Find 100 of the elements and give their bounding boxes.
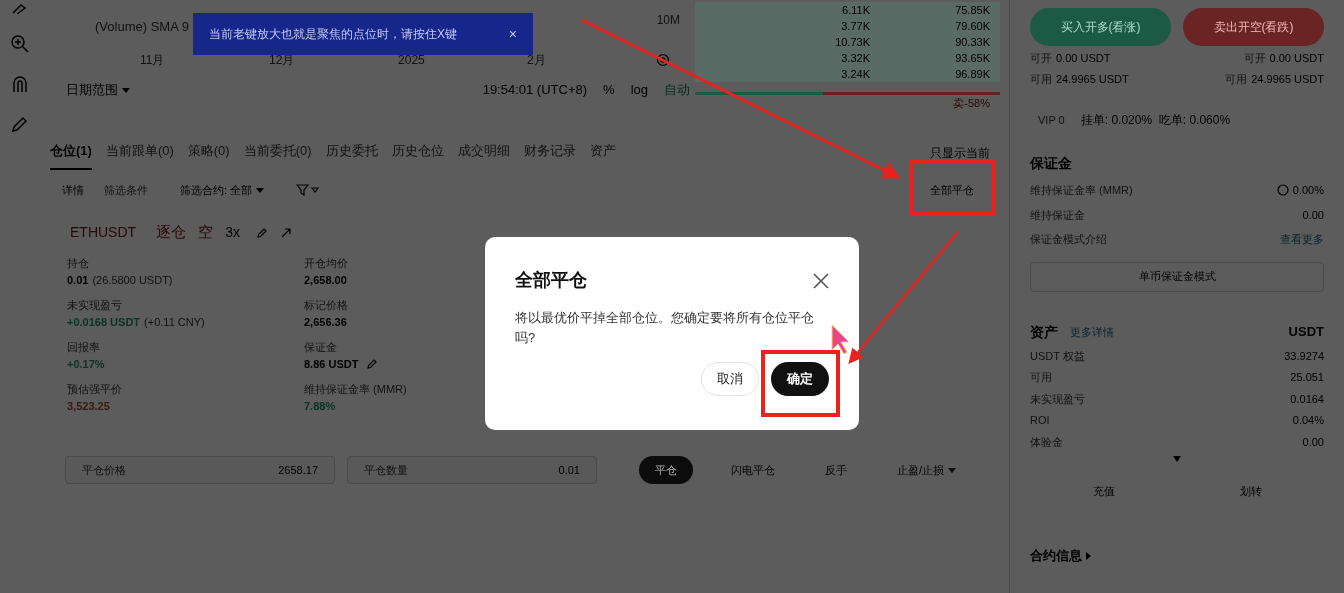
field-value: 2,656.36 [304, 314, 347, 330]
asset-value: 0.0164 [1290, 391, 1324, 407]
asset-action-button[interactable]: 划转 [1177, 476, 1324, 506]
more-link[interactable]: 查看更多 [1280, 231, 1324, 248]
field-label: 未实现盈亏 [67, 298, 123, 313]
trade-label: 可开 [1243, 51, 1266, 66]
close-icon[interactable] [813, 272, 829, 289]
magnet-icon[interactable] [10, 74, 30, 94]
field-label: 开仓均价 [304, 256, 349, 271]
asset-value: 0.00 [1302, 434, 1324, 450]
asset-action-button[interactable]: 充值 [1030, 476, 1177, 506]
ruler-icon[interactable] [11, 4, 29, 14]
contract-filter[interactable]: 筛选合约: 全部 [180, 181, 265, 199]
chart-option[interactable]: 自动 [664, 80, 690, 100]
asset-value: 33.9274 [1284, 348, 1324, 364]
order-size: 10.73K [834, 34, 870, 50]
close-action-button[interactable]: 止盈/止损 [885, 456, 969, 484]
order-total: 93.65K [954, 50, 990, 66]
field-label: 回报率 [67, 340, 101, 355]
margin-value: 0.00 [1302, 207, 1324, 223]
close-action-button[interactable]: 平仓 [639, 456, 693, 484]
buy-long-button[interactable]: 买入开多(看涨) [1030, 8, 1171, 46]
close-action-button[interactable]: 闪电平仓 [719, 456, 787, 484]
date-range-menu[interactable]: 日期范围 [60, 80, 130, 100]
close-price-field[interactable]: 平仓价格 2658.17 [65, 456, 335, 484]
tab[interactable]: 当前跟单(0) [105, 140, 174, 170]
caret-icon [122, 87, 130, 93]
pencil-icon[interactable] [255, 226, 268, 239]
dialog-title: 全部平仓 [515, 269, 587, 292]
toast-message: 当前老键放大也就是聚焦的点位时，请按住X键 [209, 26, 457, 43]
settings-icon[interactable] [656, 53, 670, 67]
tab[interactable]: 仓位(1) [50, 140, 92, 170]
asset-label: ROI [1030, 413, 1050, 428]
field-label: 预估强平价 [67, 382, 123, 397]
field-extra: (+0.11 CNY) [144, 314, 205, 330]
order-total: 96.89K [954, 66, 990, 82]
tab[interactable]: 财务记录 [523, 140, 576, 170]
axis-label: 2025 [398, 52, 426, 69]
details-button[interactable]: 详情 [62, 181, 84, 199]
asset-label: 可用 [1030, 370, 1052, 385]
order-total: 75.85K [954, 2, 990, 18]
filter-icon[interactable] [296, 184, 321, 196]
trade-value: 0.00 USDT [1269, 51, 1324, 66]
caret-icon [256, 187, 265, 193]
asset-value: 0.04% [1292, 413, 1324, 428]
field-value: 7.88% [304, 398, 336, 414]
order-total: 79.60K [954, 18, 990, 34]
assets-title: 资产 [1030, 322, 1058, 342]
asset-value: 25.051 [1290, 370, 1324, 385]
trade-label: 可开 [1030, 51, 1052, 66]
field-value: 2,658.00 [304, 272, 347, 288]
cursor-icon [831, 324, 850, 355]
order-size: 3.77K [840, 18, 870, 34]
caret-icon [948, 467, 957, 473]
confirm-button[interactable]: 确定 [771, 362, 829, 396]
close-amount-field[interactable]: 平仓数量 0.01 [347, 456, 597, 484]
margin-value: 0.00% [1292, 183, 1324, 198]
asset-currency: USDT [1288, 323, 1324, 342]
field-value: +0.0168 USDT [67, 314, 141, 330]
zoom-in-icon[interactable] [10, 34, 30, 54]
margin-label: 维持保证金率 (MMR) [1030, 183, 1133, 198]
position-side: 空 [198, 222, 214, 243]
margin-label: 维持保证金 [1030, 207, 1085, 223]
contract-info-link[interactable]: 合约信息 [1030, 546, 1324, 566]
position-symbol: ETHUSDT [70, 223, 137, 242]
margin-mode-button[interactable]: 单币保证金模式 [1030, 261, 1324, 292]
tab[interactable]: 资产 [589, 140, 616, 170]
details-link[interactable]: 更多详情 [1070, 323, 1114, 341]
close-all-button[interactable]: 全部平仓 [922, 177, 982, 203]
gauge-icon [1276, 184, 1289, 197]
axis-label: 11月 [140, 52, 166, 69]
trade-label: 可用 [1225, 71, 1248, 87]
axis-label: 12月 [269, 52, 296, 69]
dialog-message: 将以最优价平掉全部仓位。您确定要将所有仓位平仓吗? [515, 309, 815, 347]
margin-mode: 逐仓 [156, 222, 187, 243]
caret-icon[interactable] [1173, 456, 1181, 462]
sell-short-button[interactable]: 卖出开空(看跌) [1183, 8, 1324, 46]
show-current-toggle[interactable]: 只显示当前 [930, 144, 990, 170]
caret-icon [1086, 551, 1091, 560]
toast-close[interactable]: × [508, 23, 517, 45]
filter-conditions[interactable]: 筛选条件 [104, 181, 148, 199]
order-size: 6.11K [841, 2, 870, 18]
pencil-icon[interactable] [10, 114, 30, 134]
trade-value: 24.9965 USDT [1251, 71, 1324, 87]
tab[interactable]: 成交明细 [457, 140, 510, 170]
tab[interactable]: 历史委托 [325, 140, 378, 170]
tab[interactable]: 当前委托(0) [243, 140, 312, 170]
asset-label: 未实现盈亏 [1030, 391, 1085, 407]
chart-option[interactable]: log [630, 80, 648, 100]
tab[interactable]: 历史仓位 [391, 140, 444, 170]
close-action-button[interactable]: 反手 [813, 456, 859, 484]
share-icon[interactable] [279, 226, 292, 239]
pencil-icon[interactable] [366, 357, 379, 370]
field-value: +0.17% [67, 356, 105, 372]
chart-option[interactable]: % [603, 80, 615, 100]
margin-title: 保证金 [1030, 154, 1073, 173]
field-label: 标记价格 [304, 298, 349, 313]
field-value: 3,523.25 [67, 398, 110, 414]
vip-level: VIP 0 [1038, 112, 1065, 128]
tab[interactable]: 策略(0) [187, 140, 230, 170]
